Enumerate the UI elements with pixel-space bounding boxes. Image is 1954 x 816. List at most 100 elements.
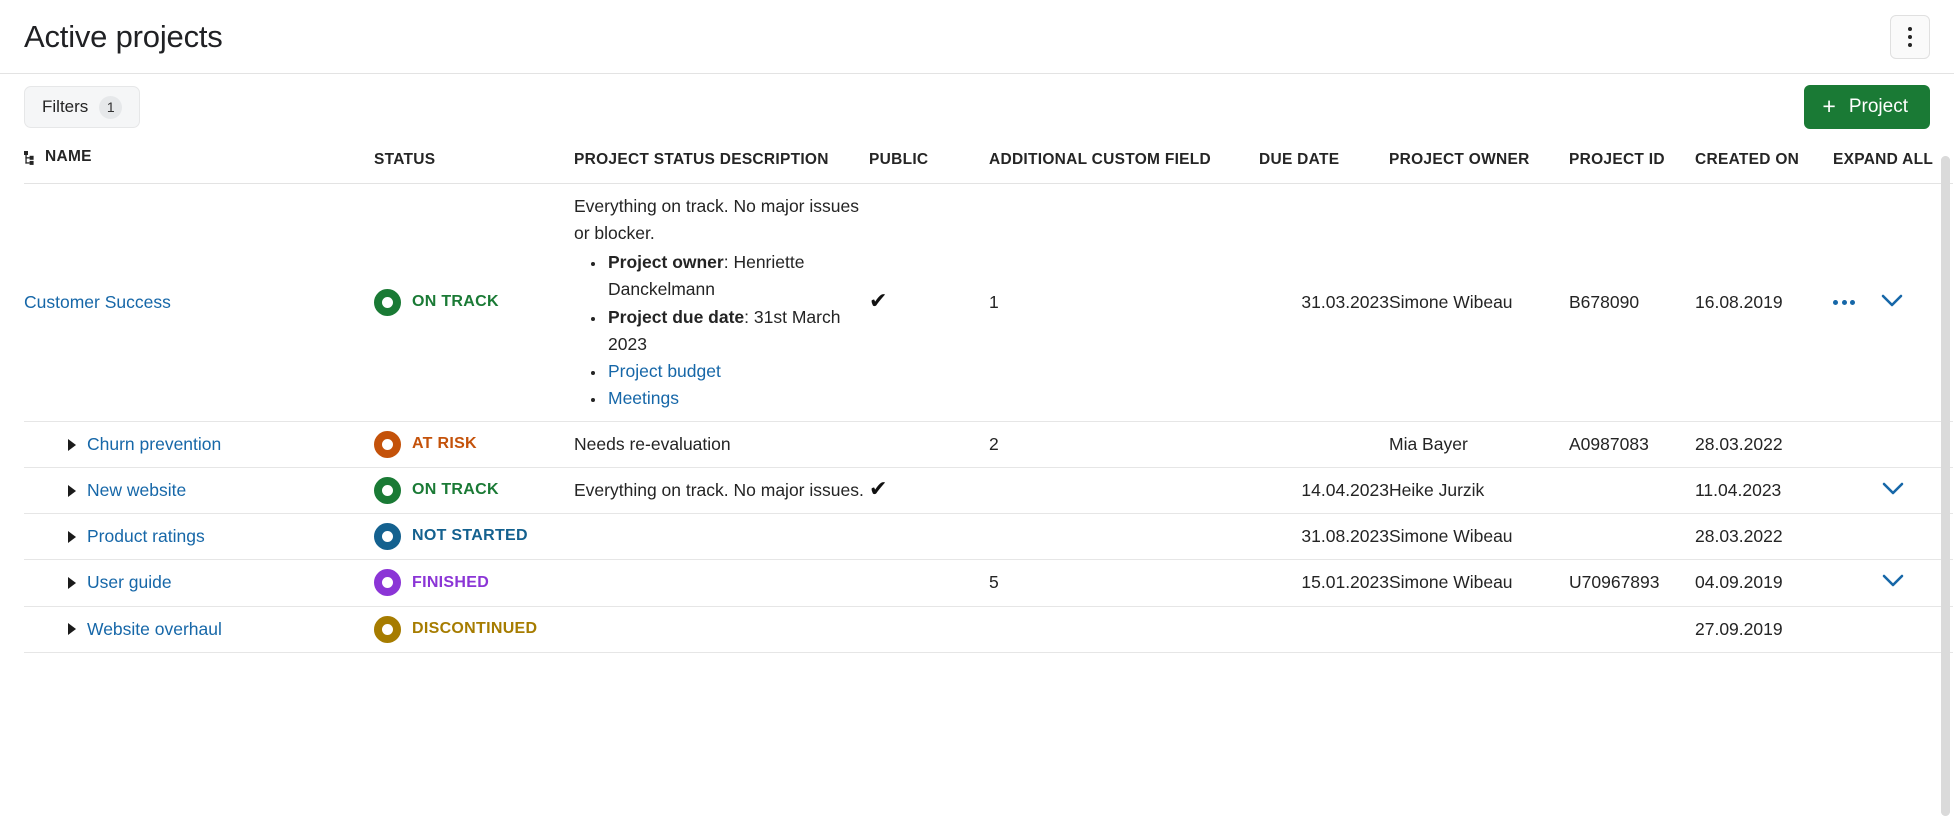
status-ring-icon [374,289,401,316]
cell-description [574,513,869,561]
project-name-link[interactable]: Customer Success [24,289,171,316]
cell-public: ✔ [869,467,989,515]
row-menu-ellipsis-icon[interactable] [1833,300,1855,305]
cell-description [574,559,869,607]
column-header-custom-field[interactable]: ADDITIONAL CUSTOM FIELD [989,140,1259,184]
status-label: DISCONTINUED [412,619,538,637]
expand-row-triangle-icon[interactable] [68,484,76,497]
status-badge: ON TRACK [374,477,574,505]
cell-name: Customer Success [24,183,374,422]
toolbar: Filters 1 + Project [0,74,1954,140]
cell-due-date: 31.03.2023 [1259,183,1389,422]
kebab-dot-icon [1908,42,1912,47]
cell-custom-field [989,467,1259,515]
chevron-down-icon[interactable] [1882,477,1904,504]
add-project-button[interactable]: + Project [1804,85,1930,129]
project-name-link[interactable]: Churn prevention [87,431,221,458]
chevron-down-icon[interactable] [1882,569,1904,596]
name-cell: Churn prevention [24,431,374,458]
table-row[interactable]: Website overhaul DISCONTINUED 27.09.2019 [24,606,1953,653]
cell-owner: Simone Wibeau [1389,559,1569,607]
description-text: Everything on track. No major issues or … [574,196,859,244]
expand-row-triangle-icon[interactable] [68,623,76,636]
expand-row-triangle-icon[interactable] [68,576,76,589]
status-ring-icon [374,523,401,551]
expand-row-triangle-icon[interactable] [68,530,76,543]
cell-due-date: 31.08.2023 [1259,513,1389,561]
description-link[interactable]: Meetings [608,388,679,408]
status-badge: NOT STARTED [374,523,574,551]
project-name-link[interactable]: User guide [87,569,172,596]
cell-status: DISCONTINUED [374,606,574,653]
projects-table: NAME STATUS PROJECT STATUS DESCRIPTION P… [24,140,1953,653]
cell-name: Churn prevention [24,421,374,469]
column-header-owner[interactable]: PROJECT OWNER [1389,140,1569,184]
cell-status: ON TRACK [374,183,574,422]
cell-public [869,606,989,653]
description-link[interactable]: Project budget [608,361,721,381]
check-icon: ✔ [869,287,888,313]
cell-description: Needs re-evaluation [574,421,869,469]
column-header-public[interactable]: PUBLIC [869,140,989,184]
list-item: Meetings [606,385,869,412]
status-ring-icon [374,615,401,643]
cell-public [869,559,989,607]
project-name-link[interactable]: Website overhaul [87,616,222,643]
description-item-label: Project due date [608,306,745,327]
column-header-description[interactable]: PROJECT STATUS DESCRIPTION [574,140,869,184]
column-header-due-date[interactable]: DUE DATE [1259,140,1389,184]
cell-owner: Simone Wibeau [1389,183,1569,422]
project-name-link[interactable]: Product ratings [87,523,205,550]
column-header-status[interactable]: STATUS [374,140,574,184]
cell-project-id [1569,513,1695,561]
cell-row-actions [1833,559,1953,607]
column-header-expand-all[interactable]: EXPAND ALL [1833,140,1953,184]
description-list: Project owner: Henriette DanckelmannProj… [574,249,869,412]
row-actions [1833,569,1953,596]
page-header: Active projects [0,0,1954,74]
status-label: AT RISK [412,435,477,453]
cell-created-on: 27.09.2019 [1695,606,1833,653]
cell-custom-field [989,513,1259,561]
vertical-scrollbar-thumb[interactable] [1941,156,1950,816]
table-row[interactable]: User guide FINISHED 5 15.01.2023 Simone Wibe… [24,559,1953,607]
chevron-down-icon[interactable] [1881,289,1903,316]
cell-project-id: U70967893 [1569,559,1695,607]
add-project-label: Project [1848,96,1908,117]
status-badge: AT RISK [374,431,574,459]
cell-status: ON TRACK [374,467,574,515]
status-badge: ON TRACK [374,289,574,316]
cell-custom-field [989,606,1259,653]
table-row[interactable]: Product ratings NOT STARTED 31.08.2023 Simo… [24,513,1953,561]
cell-public [869,513,989,561]
cell-created-on: 28.03.2022 [1695,513,1833,561]
cell-owner: Mia Bayer [1389,421,1569,469]
filters-button[interactable]: Filters 1 [24,86,141,128]
cell-public [869,421,989,469]
status-badge: FINISHED [374,569,574,597]
project-name-link[interactable]: New website [87,477,186,504]
cell-status: AT RISK [374,421,574,469]
table-header-row: NAME STATUS PROJECT STATUS DESCRIPTION P… [24,140,1953,184]
cell-row-actions [1833,606,1953,653]
name-cell: Product ratings [24,523,374,550]
description-item-label: Project owner [608,252,724,273]
status-label: ON TRACK [412,293,499,311]
page-title: Active projects [24,19,223,54]
column-header-created-on[interactable]: CREATED ON [1695,140,1833,184]
table-row[interactable]: New website ON TRACK Everything on track. … [24,467,1953,515]
cell-custom-field: 5 [989,559,1259,607]
row-actions [1833,289,1953,316]
more-options-button[interactable] [1890,14,1930,59]
table-row[interactable]: Churn prevention AT RISK Needs re-evaluati… [24,421,1953,469]
column-header-name[interactable]: NAME [24,140,374,184]
cell-row-actions [1833,513,1953,561]
cell-owner: Heike Jurzik [1389,467,1569,515]
table-row[interactable]: Customer Success ON TRACK Everything on tr… [24,183,1953,422]
name-cell: Website overhaul [24,616,374,643]
expand-row-triangle-icon[interactable] [68,438,76,451]
vertical-scrollbar-track[interactable] [1941,156,1950,816]
status-ring-icon [374,569,401,597]
cell-project-id: B678090 [1569,183,1695,422]
column-header-project-id[interactable]: PROJECT ID [1569,140,1695,184]
